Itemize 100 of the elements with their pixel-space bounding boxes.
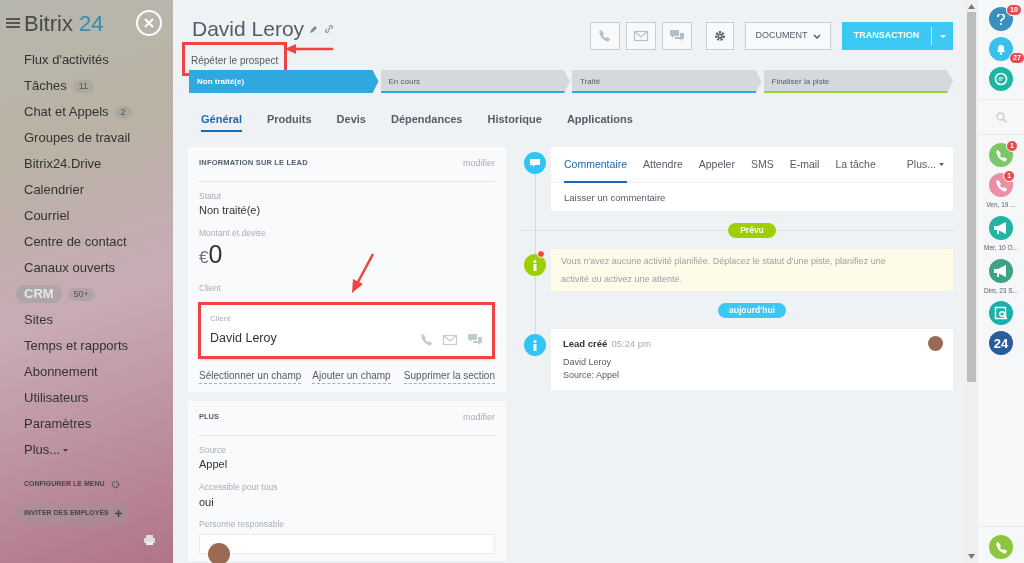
today-badge: aujourd'hui [718,302,786,318]
entry-text: Source: Appel [563,369,621,383]
entry-title: Lead créé [563,337,608,351]
field-action-link[interactable]: Ajouter un champ [312,368,391,384]
caret-icon[interactable] [939,34,946,38]
info-node-icon [524,334,546,356]
sidebar-item[interactable]: Canaux ouverts [24,258,116,278]
comment-node-icon [524,152,546,174]
field-label: Montant et devise [199,226,268,240]
repeat-prospect-link[interactable]: Répéter le prospect [191,55,279,66]
sidebar-item[interactable]: Centre de contact [24,232,127,252]
sidebar-item[interactable]: Utilisateurs [24,388,89,408]
plus-icon [114,510,122,517]
sidebar-item[interactable]: Abonnement [24,362,98,382]
composer-tab[interactable]: SMS [750,146,774,183]
more-link[interactable]: Plus... [24,440,61,460]
chat-icon[interactable] [467,331,483,346]
megaphone-icon [993,264,1009,277]
sidebar-item[interactable]: Paramètres [24,414,92,434]
entry-time: 05:24 pm [611,337,651,351]
phone-icon[interactable] [419,331,433,346]
field-action-link[interactable]: Supprimer la section [403,368,495,384]
megaphone-button[interactable] [989,215,1013,240]
sidebar-item[interactable]: Flux d'activités [24,50,109,70]
tab[interactable]: Devis [336,111,366,132]
count-badge: 2 [114,105,132,119]
tab[interactable]: Historique [487,111,542,132]
more-link[interactable]: Plus... [906,156,936,173]
sidebar-item[interactable]: Calendrier [24,180,84,200]
sidebar-item[interactable]: Groupes de travail [24,128,131,148]
pipeline-stage[interactable]: Traité [572,70,762,93]
document-search-button[interactable] [989,301,1013,326]
email-button[interactable] [626,22,656,50]
logo: Bitrix 24 [24,9,104,38]
planned-badge: Prévu [728,222,776,238]
link-icon[interactable] [324,24,335,34]
pencil-icon[interactable] [310,25,319,33]
field-value: Non traité(e) [199,203,262,219]
close-button[interactable] [136,10,162,36]
sidebar-item[interactable]: Sites [24,310,53,330]
field-label: Personne responsable [199,518,286,531]
avatar [208,542,230,563]
tab[interactable]: Dépendances [390,111,463,132]
sidebar-item[interactable]: Courriel [24,206,70,226]
call-button[interactable] [989,535,1013,559]
sidebar-item[interactable]: Tâches [24,76,67,96]
phone-icon [994,148,1008,162]
printer-icon[interactable] [144,535,155,545]
phone-call-button[interactable] [989,173,1013,197]
phone-button[interactable] [590,22,620,50]
field-value: oui [199,494,215,510]
pipeline-stage[interactable]: En cours [380,70,570,93]
phone-icon [597,28,613,44]
caret-icon [63,448,69,452]
megaphone-button[interactable] [989,258,1013,283]
amount-value: 0 [208,239,223,268]
sidebar-item[interactable]: Chat et Appels [24,102,109,122]
pipeline-stage[interactable]: Finaliser la piste [763,70,953,93]
count-badge: 11 [72,79,94,93]
chat-icon [994,72,1008,86]
scroll-up-icon[interactable] [968,4,975,9]
chevron-icon [812,33,821,39]
tab[interactable]: Général [201,111,242,132]
tab[interactable]: Produits [266,111,312,132]
question-mark-icon [997,13,1005,25]
phone-icon [994,178,1008,192]
chat-button[interactable] [989,67,1013,91]
info-node-icon [524,254,546,276]
scrollbar-thumb[interactable] [967,12,976,382]
annotation-arrow [352,253,375,293]
scrollbar[interactable] [965,0,978,563]
menu-icon[interactable] [6,17,20,29]
notifications-button[interactable] [989,37,1013,61]
tab[interactable]: Applications [566,111,633,132]
document-search-icon [994,306,1008,321]
client-name[interactable]: David Leroy [210,329,277,348]
chat-button[interactable] [662,22,692,50]
composer-tab[interactable]: E-mail [789,146,820,183]
megaphone-icon [993,221,1009,234]
sidebar-item[interactable]: Temps et rapports [24,336,129,356]
field-action-link[interactable]: Sélectionner un champ [199,368,302,384]
entry-text: David Leroy [563,356,613,370]
sidebar-item[interactable]: Bitrix24.Drive [24,154,102,174]
phone-call-button[interactable] [989,143,1013,167]
field-label: Client [199,281,222,295]
field-label: Accessible pour tous [199,480,279,494]
scroll-down-icon[interactable] [968,554,975,559]
comment-input-field[interactable]: Laisser un commentaire [551,183,953,211]
settings-button[interactable] [706,22,734,50]
lead-title: David Leroy [192,16,305,42]
close-icon [144,18,154,28]
composer-tab[interactable]: Attendre [643,146,683,183]
composer-tab[interactable]: Appeler [698,146,735,183]
app-logo-button[interactable]: 24 [989,331,1013,356]
composer-tab[interactable]: La tâche [835,146,876,183]
document-button[interactable]: DOCUMENT [745,22,831,50]
phone-icon [994,540,1008,554]
bell-icon [995,43,1007,55]
field-label: Statut [199,189,223,203]
search-icon[interactable] [995,111,1007,123]
